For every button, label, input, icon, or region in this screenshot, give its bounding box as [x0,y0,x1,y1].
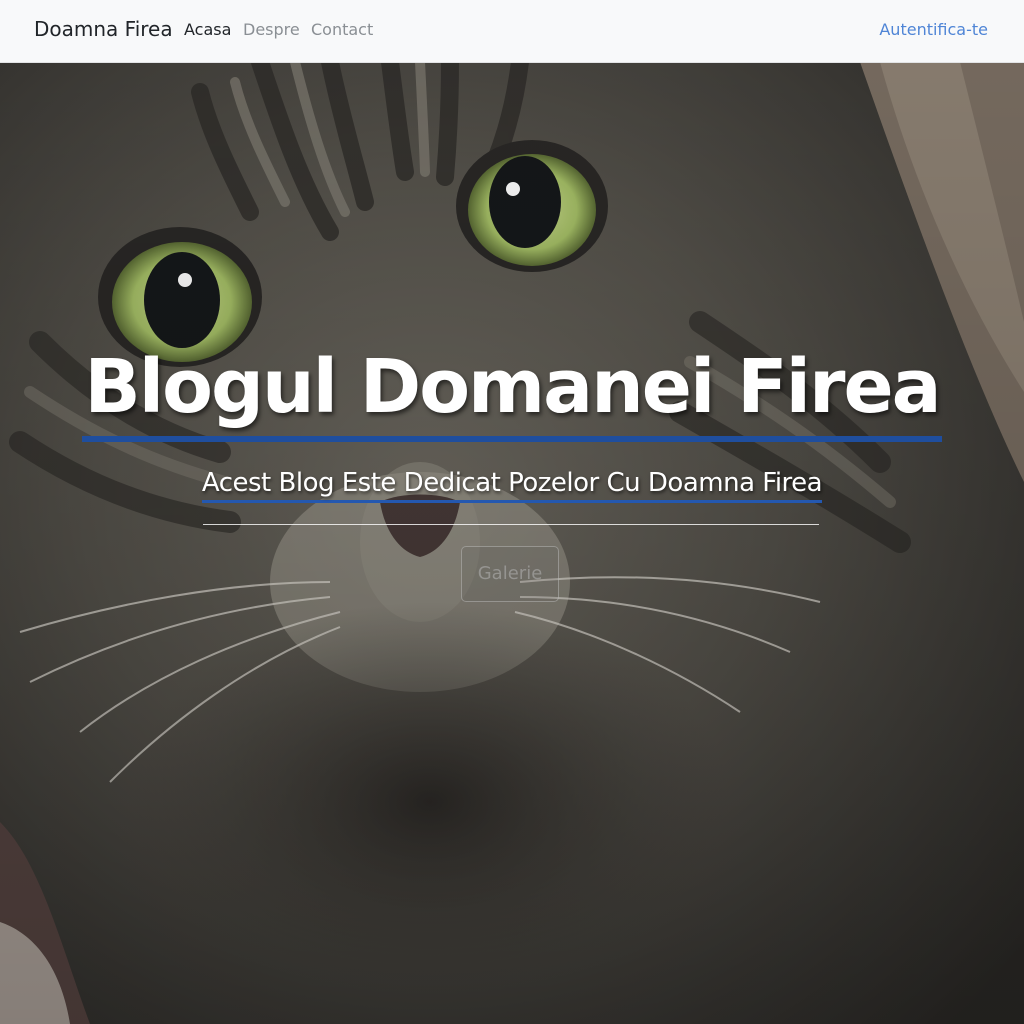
gallery-button[interactable]: Galerie [461,546,559,602]
hero-subtitle-text: Acest Blog Este Dedicat Pozelor Cu Doamn… [201,466,823,503]
login-link[interactable]: Autentifica-te [879,19,988,41]
hero-divider [203,524,819,525]
nav-link-despre[interactable]: Despre [243,19,300,41]
page: Doamna Firea Acasa Despre Contact Autent… [0,0,1024,1024]
nav-link-acasa[interactable]: Acasa [184,19,231,41]
navbar: Doamna Firea Acasa Despre Contact Autent… [0,0,1024,63]
brand-link[interactable]: Doamna Firea [34,15,173,43]
hero-title-text: Blogul Domanei Firea [82,338,942,442]
nav-link-contact[interactable]: Contact [311,19,373,41]
hero-cat-photo [0,62,1024,1024]
hero-subtitle: Acest Blog Este Dedicat Pozelor Cu Doamn… [0,466,1024,503]
hero-title: Blogul Domanei Firea [0,338,1024,442]
